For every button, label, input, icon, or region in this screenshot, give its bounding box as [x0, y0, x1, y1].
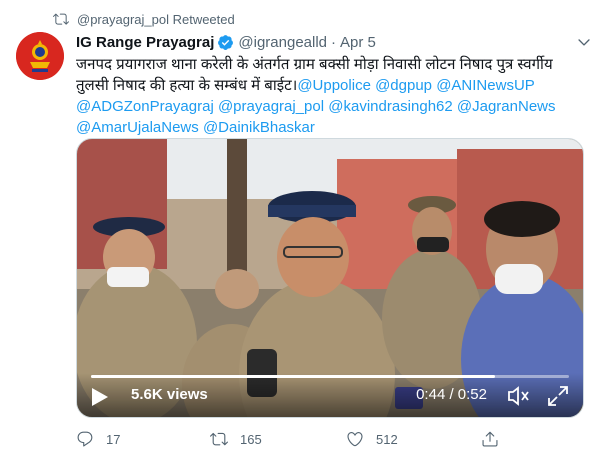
mention-link[interactable]: @ANINewsUP — [436, 77, 535, 94]
tweet-text: जनपद प्रयागराज थाना करेली के अंतर्गत ग्र… — [76, 54, 586, 138]
reply-count: 17 — [106, 431, 121, 447]
author-handle[interactable]: @igrangealld — [238, 34, 327, 51]
mention-link[interactable]: @JagranNews — [457, 98, 556, 115]
retweet-count: 165 — [240, 431, 262, 447]
separator-dot: · — [331, 33, 337, 51]
mention-link[interactable]: @dgpup — [375, 77, 432, 94]
police-emblem-icon — [16, 32, 64, 80]
tweet-header: IG Range Prayagraj @igrangealld · Apr 5 — [76, 32, 594, 52]
like-count: 512 — [376, 431, 398, 447]
mention-link[interactable]: @kavindrasingh62 — [328, 98, 452, 115]
reply-icon — [77, 431, 93, 447]
tweet-text-line: जनपद प्रयागराज थाना करेली के अंतर्गत ग्र… — [76, 54, 586, 75]
mention-link[interactable]: @Uppolice — [297, 77, 371, 94]
video-time: 0:44 / 0:52 — [416, 386, 487, 403]
like-button[interactable]: 512 — [346, 430, 398, 448]
tweet-text-line: @AmarUjalaNews @DainikBhaskar — [76, 117, 586, 138]
tweet-text-line: @ADGZonPrayagraj @prayagraj_pol @kavindr… — [76, 96, 586, 117]
video-player[interactable]: 5.6K views 0:44 / 0:52 — [76, 138, 584, 418]
heart-icon — [347, 432, 363, 447]
mention-link[interactable]: @ADGZonPrayagraj — [76, 98, 214, 115]
retweet-icon — [53, 11, 69, 27]
share-button[interactable] — [481, 430, 511, 448]
mention-link[interactable]: @DainikBhaskar — [203, 119, 315, 136]
reply-button[interactable]: 17 — [76, 430, 120, 448]
tweet-actions: 17 165 512 — [76, 428, 536, 450]
tweet-text-segment: तुलसी निषाद की हत्या के सम्बंध में बाईट। — [76, 77, 298, 94]
chevron-down-icon[interactable] — [574, 32, 594, 52]
retweeted-by-text: @prayagraj_pol Retweeted — [77, 11, 235, 27]
muted-speaker-icon[interactable] — [507, 385, 531, 407]
video-progress-fill — [91, 375, 496, 378]
tweet-text-segment: जनपद प्रयागराज थाना करेली के अंतर्गत ग्र… — [76, 56, 553, 73]
share-icon — [482, 431, 498, 447]
verified-badge-icon — [217, 34, 234, 51]
view-count: 5.6K views — [131, 386, 208, 403]
tweet-date[interactable]: Apr 5 — [340, 34, 376, 51]
mention-link[interactable]: @prayagraj_pol — [218, 98, 324, 115]
play-icon[interactable] — [91, 387, 109, 407]
video-progress-bar[interactable] — [91, 375, 569, 378]
video-controls: 5.6K views 0:44 / 0:52 — [77, 373, 583, 417]
mention-link[interactable]: @AmarUjalaNews — [76, 119, 199, 136]
author-name[interactable]: IG Range Prayagraj — [76, 34, 214, 51]
fullscreen-icon[interactable] — [547, 385, 569, 407]
retweet-icon — [210, 432, 228, 446]
avatar[interactable] — [16, 32, 64, 80]
retweeted-by-line[interactable]: @prayagraj_pol Retweeted — [53, 10, 235, 28]
tweet-text-line: तुलसी निषाद की हत्या के सम्बंध में बाईट।… — [76, 75, 586, 96]
retweet-button[interactable]: 165 — [210, 430, 262, 448]
